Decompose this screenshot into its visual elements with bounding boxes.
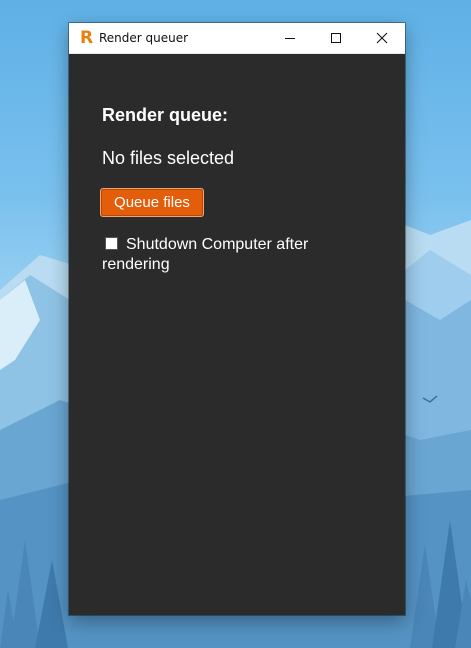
shutdown-checkbox[interactable] (105, 237, 118, 250)
app-r-icon: R (80, 28, 94, 48)
maximize-icon (331, 33, 341, 43)
shutdown-option[interactable]: Shutdown Computer after rendering (102, 235, 362, 275)
queue-files-button[interactable]: Queue files (100, 188, 204, 217)
minimize-icon (285, 38, 295, 39)
close-icon (376, 32, 388, 44)
title-bar[interactable]: R Render queuer (69, 23, 405, 54)
files-status-text: No files selected (102, 148, 235, 168)
window-title: Render queuer (99, 31, 189, 45)
maximize-button[interactable] (313, 23, 359, 53)
render-queuer-window: R Render queuer Render queue: No files s… (69, 23, 405, 615)
main-content: Render queue: No files selected Queue fi… (69, 54, 405, 615)
close-button[interactable] (359, 23, 405, 53)
render-queue-heading: Render queue: (102, 105, 229, 125)
desktop-background: R Render queuer Render queue: No files s… (0, 0, 471, 648)
minimize-button[interactable] (267, 23, 313, 53)
shutdown-checkbox-label[interactable]: Shutdown Computer after rendering (102, 236, 308, 273)
